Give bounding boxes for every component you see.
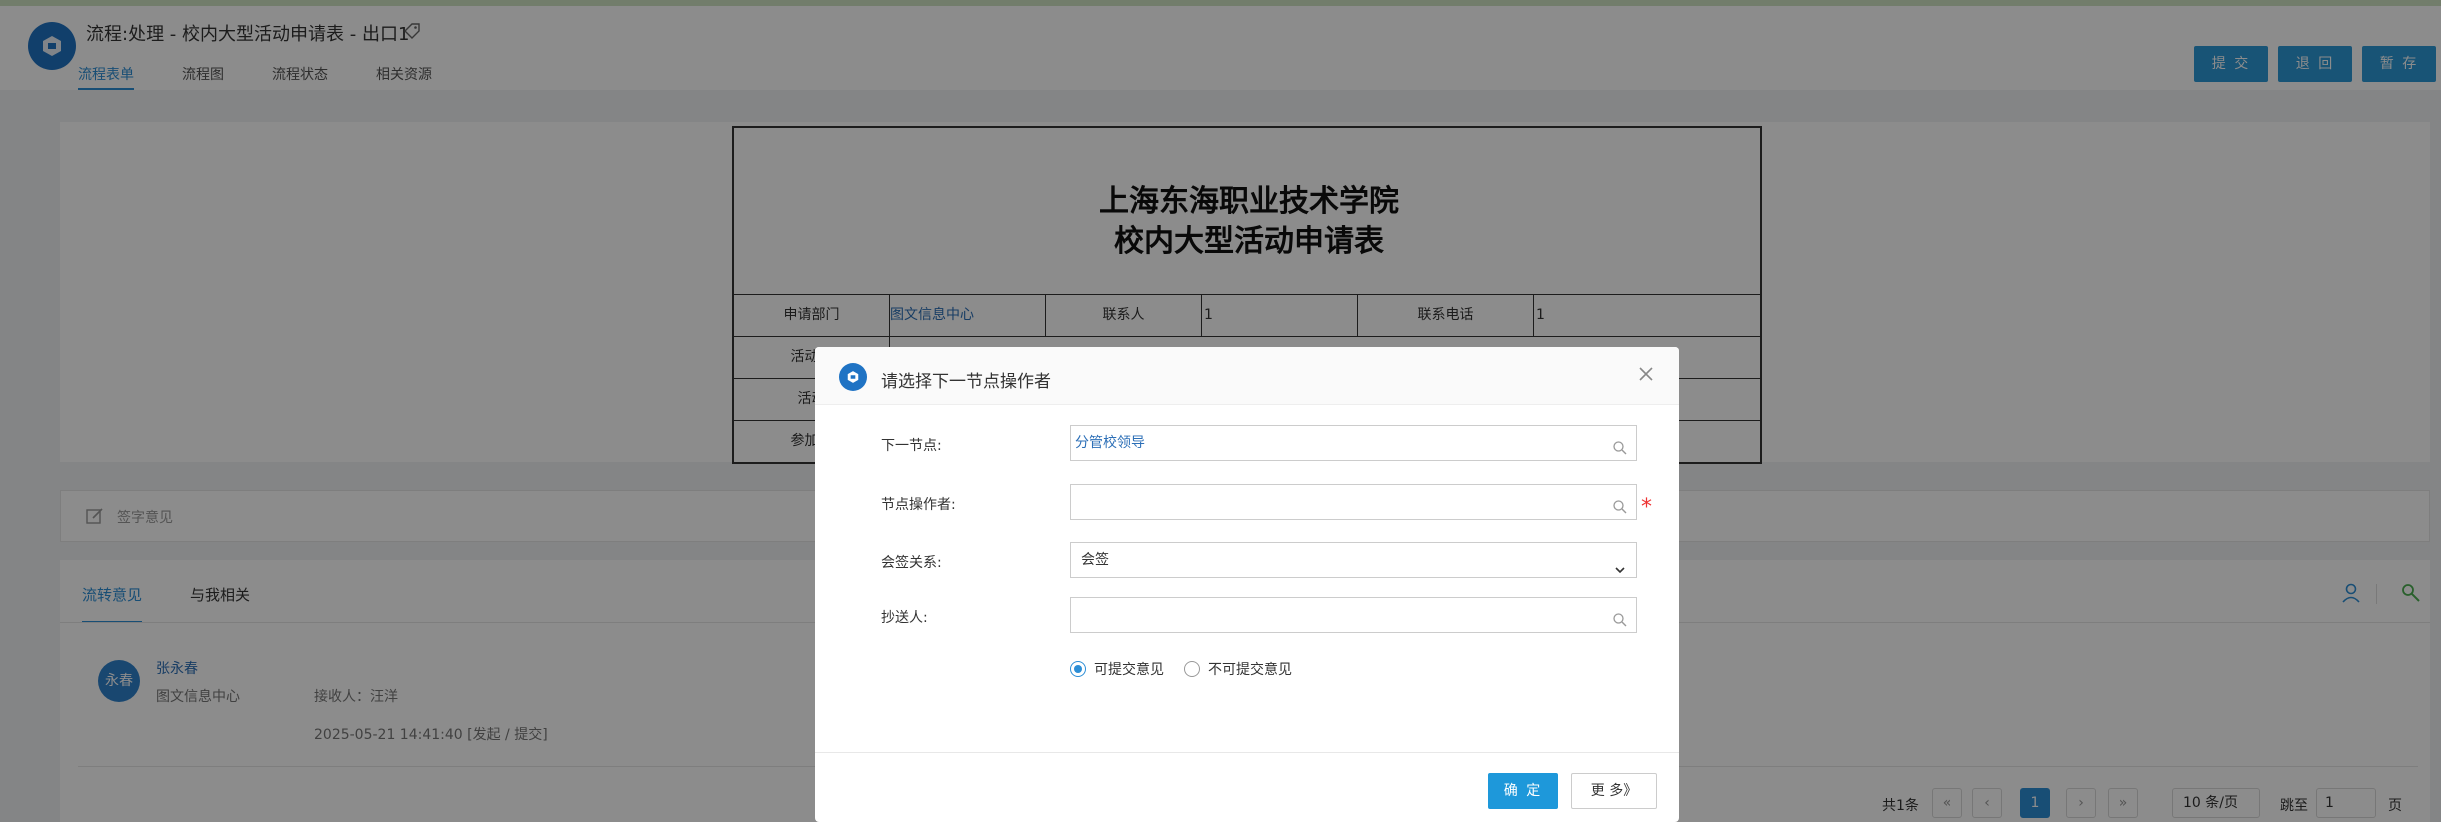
next-node-label: 下一节点: (881, 438, 942, 454)
operator-label: 节点操作者: (881, 497, 956, 513)
close-icon[interactable] (1635, 363, 1657, 385)
relation-select[interactable]: 会签 (1070, 542, 1637, 578)
search-icon[interactable] (1612, 607, 1628, 641)
next-node-value: 分管校领导 (1075, 435, 1145, 451)
dialog-logo-icon (847, 371, 859, 383)
dialog-footer-divider (815, 752, 1679, 753)
required-mark: * (1641, 495, 1652, 520)
search-icon[interactable] (1612, 435, 1628, 469)
next-node-field[interactable]: 分管校领导 (1070, 425, 1637, 461)
radio-cannot-submit-label[interactable]: 不可提交意见 (1208, 659, 1292, 679)
operator-field[interactable] (1070, 484, 1637, 520)
radio-can-submit[interactable] (1070, 661, 1086, 677)
opinion-radio-group: 可提交意见 不可提交意见 (1070, 659, 1312, 679)
cc-label: 抄送人: (881, 610, 928, 626)
chevron-down-icon (1614, 555, 1626, 589)
relation-value: 会签 (1081, 552, 1109, 568)
more-button[interactable]: 更 多》 (1571, 773, 1657, 809)
relation-label: 会签关系: (881, 555, 942, 571)
radio-can-submit-label[interactable]: 可提交意见 (1094, 659, 1164, 679)
radio-cannot-submit[interactable] (1184, 661, 1200, 677)
dialog-header: 请选择下一节点操作者 (815, 347, 1679, 405)
select-operator-dialog: 请选择下一节点操作者 下一节点: 分管校领导 节点操作者: * 会签关系: 会签… (815, 347, 1679, 822)
cc-field[interactable] (1070, 597, 1637, 633)
confirm-button[interactable]: 确 定 (1488, 773, 1558, 809)
search-icon[interactable] (1612, 494, 1628, 528)
dialog-title: 请选择下一节点操作者 (881, 372, 1051, 392)
dialog-logo (839, 363, 867, 391)
